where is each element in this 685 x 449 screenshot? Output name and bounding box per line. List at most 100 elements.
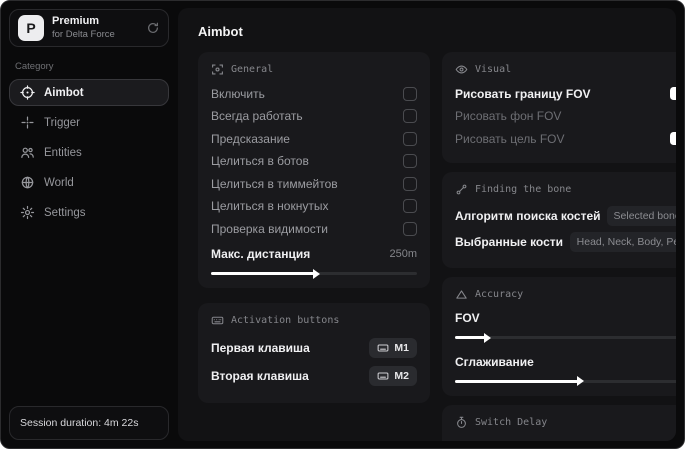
panel-title: Accuracy — [475, 288, 524, 300]
sidebar-item-label: World — [44, 176, 74, 189]
selected-bones-row: Выбранные кости Head, Neck, Body, Pe.. — [455, 229, 676, 255]
slider-label: Макс. дистанция — [211, 247, 311, 262]
sidebar-item-trigger[interactable]: Trigger — [9, 109, 169, 136]
fov-slider[interactable] — [455, 332, 676, 343]
keybind-value: M1 — [394, 342, 409, 354]
panel-title: General — [231, 64, 274, 75]
panel-general: General Включить Всегда работать Предска… — [198, 52, 430, 288]
app-window: P Premium for Delta Force Category Aimbo… — [0, 0, 685, 449]
setting-label: Целиться в нокнутых — [211, 199, 329, 214]
gear-icon — [20, 205, 35, 220]
panel-visual-header: Visual — [455, 63, 676, 76]
crosshair-icon — [20, 85, 35, 100]
premium-card: P Premium for Delta Force — [9, 9, 169, 47]
checkbox-visibility-check[interactable] — [403, 221, 417, 236]
bone-algorithm-select[interactable]: Selected bone — [606, 205, 676, 226]
panel-accuracy: Accuracy FOV 60° — [442, 276, 676, 396]
slider-label: Сглаживание — [455, 354, 534, 369]
checkbox-target-knocked[interactable] — [403, 199, 417, 214]
setting-label: Предсказание — [211, 131, 290, 146]
panel-title: Activation buttons — [231, 315, 340, 326]
panel-finding-bone: Finding the bone Алгоритм поиска костей … — [442, 171, 676, 268]
sidebar-item-label: Settings — [44, 206, 86, 219]
visual-row-fov-background: Рисовать фон FOV — [455, 106, 676, 128]
max-distance-slider[interactable] — [211, 268, 417, 279]
sync-icon[interactable] — [146, 21, 160, 35]
session-duration: Session duration: 4m 22s — [9, 406, 169, 440]
smoothing-group: Сглаживание 50% — [455, 351, 676, 386]
slider-fill — [455, 379, 578, 383]
color-swatch-fov-target[interactable] — [669, 132, 676, 146]
setting-row-enable: Включить — [211, 83, 417, 105]
checkbox-prediction[interactable] — [403, 131, 417, 146]
panel-switch-delay-header: Switch Delay — [455, 416, 676, 429]
sidebar-item-entities[interactable]: Entities — [9, 139, 169, 166]
keybind-row-primary: Первая клавиша M1 — [211, 334, 417, 362]
premium-title: Premium — [52, 15, 100, 28]
sidebar-item-world[interactable]: World — [9, 169, 169, 196]
setting-label: Целиться в ботов — [211, 154, 309, 169]
slider-thumb[interactable] — [576, 376, 584, 386]
checkbox-enable[interactable] — [403, 86, 417, 101]
panel-switch-delay: Switch Delay Задержка переключения Задер… — [442, 404, 676, 441]
setting-label: Рисовать границу FOV — [455, 86, 591, 101]
keybind-value: M2 — [394, 370, 409, 382]
setting-row-target-knocked: Целиться в нокнутых — [211, 196, 417, 218]
checkbox-target-bots[interactable] — [403, 154, 417, 169]
premium-subtitle: for Delta Force — [52, 28, 115, 40]
stopwatch-icon — [455, 416, 468, 429]
setting-row-target-bots: Целиться в ботов — [211, 151, 417, 173]
panel-title: Visual — [475, 64, 512, 75]
setting-row-target-teammates: Целиться в тиммейтов — [211, 173, 417, 195]
setting-label: Всегда работать — [211, 109, 303, 124]
main-content: Aimbot General Включить Всегда работать … — [178, 8, 676, 441]
visual-row-fov-target: Рисовать цель FOV — [455, 128, 676, 150]
premium-text: Premium for Delta Force — [52, 15, 115, 41]
panel-title: Switch Delay — [475, 416, 548, 428]
max-distance-value: 250m — [389, 248, 417, 261]
visual-row-fov-border: Рисовать границу FOV — [455, 83, 676, 105]
keybind-label: Вторая клавиша — [211, 369, 309, 383]
keyboard-icon — [211, 314, 224, 327]
dropdown-label: Выбранные кости — [455, 234, 564, 249]
fov-group: FOV 60° — [455, 308, 676, 343]
keybind-row-secondary: Вторая клавиша M2 — [211, 362, 417, 390]
category-label: Category — [15, 61, 54, 72]
smoothing-slider[interactable] — [455, 376, 676, 386]
panel-visual: Visual Рисовать границу FOV Рисовать фон… — [442, 52, 676, 163]
slider-label: FOV — [455, 311, 480, 326]
slider-thumb[interactable] — [313, 268, 320, 279]
app-logo: P — [18, 15, 44, 41]
sidebar-item-label: Entities — [44, 146, 82, 159]
panel-activation-buttons: Activation buttons Первая клавиша M1 Вто… — [198, 303, 430, 403]
page-title: Aimbot — [198, 24, 243, 39]
sidebar: P Premium for Delta Force Category Aimbo… — [1, 1, 177, 448]
panel-title: Finding the bone — [475, 183, 572, 195]
keyboard-icon — [377, 370, 389, 382]
bone-icon — [455, 183, 468, 196]
panel-accuracy-header: Accuracy — [455, 288, 676, 301]
setting-label: Включить — [211, 86, 265, 101]
keybind-button-primary[interactable]: M1 — [369, 338, 417, 358]
setting-label: Задержка переключения — [455, 439, 593, 441]
selected-bones-select[interactable]: Head, Neck, Body, Pe.. — [569, 231, 676, 252]
panel-general-header: General — [211, 63, 417, 76]
max-distance-group: Макс. дистанция 250m — [211, 244, 417, 279]
keybind-button-secondary[interactable]: M2 — [369, 366, 417, 386]
sidebar-item-aimbot[interactable]: Aimbot — [9, 79, 169, 106]
fov-row: FOV 60° — [455, 308, 676, 330]
panel-bone-header: Finding the bone — [455, 183, 676, 196]
sidebar-item-label: Aimbot — [44, 86, 84, 99]
sidebar-item-settings[interactable]: Settings — [9, 199, 169, 226]
panel-activation-header: Activation buttons — [211, 314, 417, 327]
sidebar-item-label: Trigger — [44, 116, 80, 129]
slider-thumb[interactable] — [484, 332, 492, 343]
setting-label: Целиться в тиммейтов — [211, 176, 338, 191]
checkbox-target-teammates[interactable] — [403, 176, 417, 191]
checkbox-always-work[interactable] — [403, 109, 417, 124]
keyboard-icon — [377, 342, 389, 354]
bone-algorithm-row: Алгоритм поиска костей Selected bone — [455, 203, 676, 229]
users-icon — [20, 145, 35, 160]
slider-fill — [455, 336, 486, 339]
color-swatch-fov-border[interactable] — [669, 87, 676, 101]
